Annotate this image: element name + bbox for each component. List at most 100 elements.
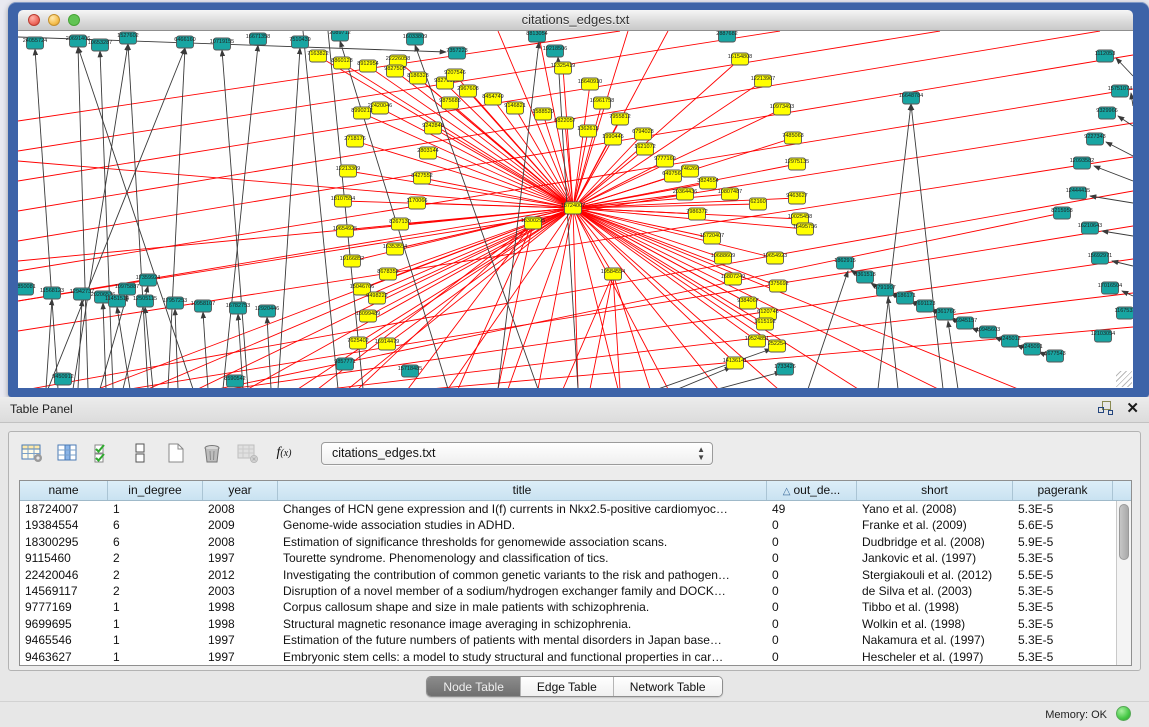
graph-node[interactable]: 1677543 (1044, 350, 1065, 362)
graph-node[interactable]: 19654923 (763, 252, 787, 264)
graph-node[interactable]: 19218506 (543, 45, 567, 57)
graph-node[interactable]: 15720407 (700, 232, 724, 244)
graph-node[interactable]: 1362615 (577, 125, 598, 137)
graph-node[interactable]: 7625402 (347, 337, 368, 349)
graph-node[interactable]: 9777169 (654, 155, 675, 167)
column-header-name[interactable]: name (20, 481, 108, 500)
table-row[interactable]: 1456911722003Disruption of a novel membe… (20, 583, 1131, 599)
graph-node[interactable]: 2967608 (457, 85, 478, 97)
table-row[interactable]: 1938455462009Genome-wide association stu… (20, 517, 1131, 533)
graph-node[interactable]: 9245012 (999, 335, 1020, 347)
network-canvas[interactable]: 1872400718300295716382288601288912954222… (18, 31, 1133, 388)
graph-node[interactable]: 8454749 (482, 93, 503, 105)
graph-node[interactable]: 62160 (750, 198, 767, 210)
graph-node[interactable]: 1733426 (774, 363, 795, 375)
graph-node[interactable]: 1621072 (634, 143, 655, 155)
graph-node[interactable]: 8267130 (389, 218, 410, 230)
graph-node[interactable]: 1615192 (754, 318, 775, 330)
table-row[interactable]: 911546021997Tourette syndrome. Phenomeno… (20, 550, 1131, 566)
graph-node[interactable]: 15692971 (1088, 252, 1112, 264)
scrollbar-thumb[interactable] (1119, 504, 1129, 560)
graph-node[interactable]: 7163822 (307, 50, 328, 62)
graph-node[interactable]: 8990212 (351, 107, 372, 119)
graph-node[interactable]: 2089712 (329, 31, 350, 41)
graph-node[interactable]: 17359924 (136, 274, 160, 286)
graph-node[interactable]: 6791907 (874, 284, 895, 296)
graph-node[interactable]: 7691123 (914, 300, 935, 312)
close-window-button[interactable] (28, 14, 40, 26)
graph-node[interactable]: 9875685 (439, 97, 460, 109)
graph-node[interactable]: 8912954 (357, 60, 378, 72)
graph-node[interactable]: 16782753 (226, 302, 250, 314)
table-row[interactable]: 1872400712008Changes of HCN gene express… (20, 501, 1131, 517)
graph-node[interactable]: 19166852 (340, 255, 364, 267)
graph-node[interactable]: 1167533 (1114, 307, 1133, 319)
new-document-icon[interactable] (163, 440, 189, 466)
graph-node[interactable]: 16945157 (953, 317, 977, 329)
graph-node[interactable]: 7510439 (289, 36, 310, 48)
graph-node[interactable]: 9361518 (854, 271, 875, 283)
column-header-short[interactable]: short (857, 481, 1013, 500)
graph-node[interactable]: 10719155 (210, 38, 234, 50)
graph-node[interactable]: 9498222 (366, 292, 387, 304)
graph-node[interactable]: 8860128 (331, 57, 352, 69)
table-row[interactable]: 946362711997Embryonic stem cells: a mode… (20, 649, 1131, 665)
graph-node[interactable]: 8427552 (411, 172, 432, 184)
import-table-icon[interactable] (235, 440, 261, 466)
graph-node[interactable]: 1862915 (834, 257, 855, 269)
graph-node[interactable]: 15751074 (1108, 85, 1132, 97)
graph-node[interactable]: 8215958 (1051, 207, 1072, 219)
graph-node[interactable]: 9207546 (444, 69, 465, 81)
column-header-year[interactable]: year (203, 481, 278, 500)
graph-node[interactable]: 9463627 (786, 192, 807, 204)
graph-node[interactable]: 9384067 (737, 297, 758, 309)
graph-node[interactable]: 6822057 (554, 117, 575, 129)
graph-node[interactable]: 7357223 (446, 47, 467, 59)
graph-node[interactable]: 16154808 (728, 53, 752, 65)
graph-node[interactable]: 9186171 (894, 292, 915, 304)
graph-node[interactable]: 12505115 (133, 295, 157, 307)
graph-node[interactable]: 9827505 (384, 65, 405, 77)
graph-node[interactable]: 12213369 (336, 165, 360, 177)
graph-node[interactable]: 746266 (681, 165, 699, 177)
column-header-pagerank[interactable]: pagerank (1013, 481, 1113, 500)
graph-node[interactable]: 14136141 (723, 357, 747, 369)
table-row[interactable]: 969969511998Structural magnetic resonanc… (20, 616, 1131, 632)
network-window-titlebar[interactable]: citations_edges.txt (18, 10, 1133, 31)
graph-node[interactable]: 16914479 (375, 338, 399, 350)
graph-node[interactable]: 2803144 (417, 147, 438, 159)
graph-node[interactable]: 18640910 (578, 78, 602, 90)
graph-node[interactable]: 10945603 (976, 326, 1000, 338)
float-panel-icon[interactable] (1098, 401, 1114, 416)
close-panel-icon[interactable]: ✕ (1126, 401, 1139, 416)
tab-node-table[interactable]: Node Table (427, 677, 521, 696)
select-columns-icon[interactable] (91, 440, 117, 466)
graph-node[interactable]: 16671358 (246, 33, 270, 45)
minimize-window-button[interactable] (48, 14, 60, 26)
graph-node[interactable]: 17957253 (163, 297, 187, 309)
graph-node[interactable]: 9242848 (422, 122, 443, 134)
graph-node[interactable]: 9329966 (1096, 107, 1117, 119)
graph-node[interactable]: 16648784 (899, 92, 923, 104)
graph-node[interactable]: 20691406 (66, 35, 90, 47)
column-header-title[interactable]: title (278, 481, 767, 500)
tab-network-table[interactable]: Network Table (614, 677, 722, 696)
graph-node[interactable]: 7986372 (686, 208, 707, 220)
graph-node[interactable]: 9245091 (1021, 343, 1042, 355)
graph-node[interactable]: 16495756 (793, 223, 817, 235)
graph-node[interactable]: 19524851 (745, 335, 769, 347)
graph-node[interactable]: 11451514 (105, 295, 129, 307)
graph-node[interactable]: 1170066 (406, 197, 427, 209)
table-settings-icon[interactable] (19, 440, 45, 466)
function-builder-icon[interactable]: f(x) (271, 440, 297, 466)
graph-node[interactable]: 2887682 (716, 31, 737, 42)
table-row[interactable]: 946554611997Estimation of the future num… (20, 632, 1131, 648)
graph-node[interactable]: 11568123 (40, 287, 64, 299)
tab-edge-table[interactable]: Edge Table (521, 677, 614, 696)
graph-node[interactable]: 2718176 (344, 135, 365, 147)
graph-node[interactable]: 16210643 (1078, 222, 1102, 234)
graph-node[interactable]: 7485063 (782, 132, 803, 144)
row-height-icon[interactable] (127, 440, 153, 466)
graph-node[interactable]: 18724007 (561, 202, 585, 214)
resize-grip[interactable] (1116, 371, 1132, 387)
